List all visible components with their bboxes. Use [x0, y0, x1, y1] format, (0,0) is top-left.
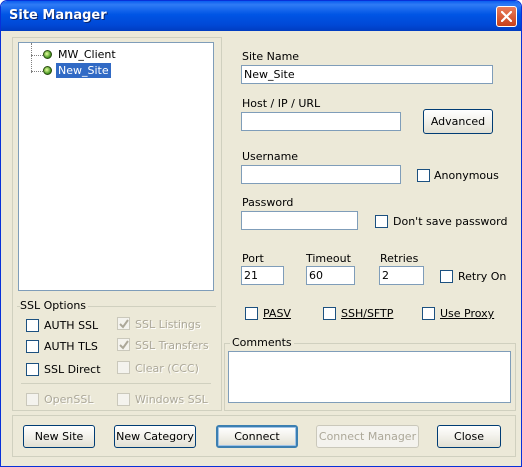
- new-site-button-label: New Site: [34, 430, 84, 443]
- ssh-sftp-checkbox[interactable]: [323, 307, 336, 320]
- tree-item-new-site[interactable]: New_Site: [43, 63, 163, 78]
- site-node-icon: [43, 50, 52, 59]
- ssl-divider: [21, 383, 211, 384]
- site-tree[interactable]: MW_Client New_Site: [18, 42, 214, 291]
- new-category-button[interactable]: New Category: [114, 425, 196, 448]
- ssl-listings-label: SSL Listings: [135, 318, 201, 331]
- window-close-button[interactable]: [496, 6, 517, 27]
- anonymous-checkbox[interactable]: [417, 169, 430, 182]
- ssl-transfers-label: SSL Transfers: [135, 339, 209, 352]
- pasv-checkbox[interactable]: [245, 307, 258, 320]
- host-input[interactable]: [241, 112, 401, 131]
- new-site-button[interactable]: New Site: [23, 425, 95, 448]
- comments-label: Comments: [230, 336, 294, 349]
- retry-on-label: Retry On: [458, 270, 507, 283]
- port-input[interactable]: 21: [241, 266, 284, 285]
- window-title: Site Manager: [9, 8, 107, 23]
- connect-manager-button-label: Connect Manager: [318, 430, 417, 443]
- tree-item-mw-client[interactable]: MW_Client: [43, 47, 163, 62]
- site-manager-window: Site Manager MW_Client New_Site SSL Opti…: [0, 0, 522, 467]
- timeout-input[interactable]: 60: [306, 266, 355, 285]
- advanced-button-label: Advanced: [430, 115, 486, 128]
- site-name-label: Site Name: [242, 50, 300, 63]
- advanced-button[interactable]: Advanced: [423, 109, 493, 134]
- openssl-checkbox[interactable]: [26, 393, 39, 406]
- clear-ccc-label: Clear (CCC): [135, 362, 199, 375]
- checkmark-icon: [119, 340, 129, 350]
- close-icon: [501, 11, 512, 22]
- ssl-listings-checkbox[interactable]: [117, 317, 130, 330]
- auth-tls-checkbox[interactable]: [26, 340, 39, 353]
- ssl-direct-label: SSL Direct: [44, 363, 101, 376]
- clear-ccc-checkbox[interactable]: [117, 361, 130, 374]
- tree-item-label: MW_Client: [58, 48, 116, 61]
- connect-manager-button[interactable]: Connect Manager: [316, 425, 419, 448]
- retry-on-checkbox[interactable]: [440, 270, 453, 283]
- auth-ssl-checkbox[interactable]: [26, 319, 39, 332]
- use-proxy-label: Use Proxy: [440, 307, 495, 320]
- pasv-label: PASV: [263, 307, 291, 320]
- windows-ssl-label: Windows SSL: [135, 393, 208, 406]
- username-label: Username: [242, 150, 299, 163]
- new-category-button-label: New Category: [116, 430, 194, 443]
- tree-connector: [31, 55, 43, 56]
- openssl-label: OpenSSL: [44, 393, 94, 406]
- close-button-label: Close: [454, 430, 484, 443]
- connect-button-label: Connect: [234, 430, 280, 443]
- site-name-input[interactable]: New_Site: [241, 65, 493, 84]
- connect-button[interactable]: Connect: [216, 425, 298, 448]
- title-bar[interactable]: Site Manager: [1, 1, 521, 31]
- ssl-direct-checkbox[interactable]: [26, 363, 39, 376]
- tree-connector: [31, 71, 43, 72]
- windows-ssl-checkbox[interactable]: [117, 393, 130, 406]
- tree-connector: [31, 43, 32, 73]
- host-label: Host / IP / URL: [242, 97, 321, 110]
- ssl-options-label: SSL Options: [20, 299, 89, 312]
- ssh-sftp-label: SSH/SFTP: [341, 307, 394, 320]
- dont-save-password-label: Don't save password: [393, 215, 508, 228]
- ssl-transfers-checkbox[interactable]: [117, 338, 130, 351]
- dont-save-password-checkbox[interactable]: [375, 215, 388, 228]
- username-input[interactable]: [241, 165, 401, 184]
- use-proxy-checkbox[interactable]: [422, 307, 435, 320]
- auth-ssl-label: AUTH SSL: [44, 319, 99, 332]
- close-button[interactable]: Close: [437, 425, 501, 448]
- auth-tls-label: AUTH TLS: [44, 340, 98, 353]
- retries-label: Retries: [380, 252, 419, 265]
- comments-textarea[interactable]: [228, 351, 511, 403]
- port-label: Port: [242, 252, 264, 265]
- checkmark-icon: [119, 319, 129, 329]
- anonymous-label: Anonymous: [434, 169, 499, 182]
- site-node-icon: [43, 66, 52, 75]
- password-label: Password: [242, 196, 294, 209]
- retries-input[interactable]: 2: [379, 266, 424, 285]
- password-input[interactable]: [241, 211, 358, 230]
- tree-item-label: New_Site: [56, 63, 111, 78]
- timeout-label: Timeout: [306, 252, 351, 265]
